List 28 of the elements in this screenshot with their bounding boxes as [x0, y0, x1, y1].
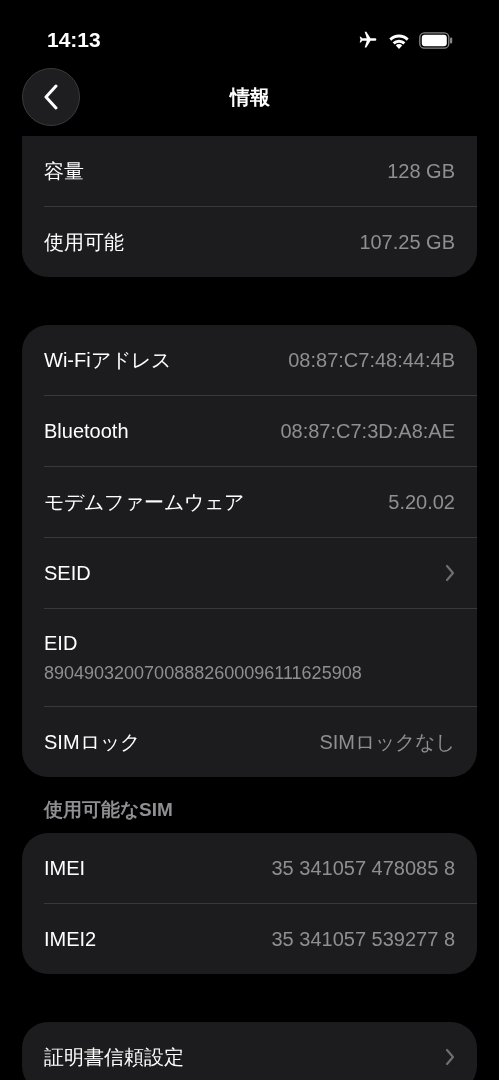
row-label: IMEI	[44, 856, 86, 880]
back-icon	[43, 84, 59, 110]
row-label: Wi-Fiアドレス	[44, 347, 171, 373]
airplane-icon	[357, 30, 379, 50]
row-value: 08:87:C7:48:44:4B	[288, 348, 455, 372]
battery-icon	[419, 31, 453, 49]
row-value: 89049032007008882600096111625908	[44, 662, 362, 684]
row-value: 107.25 GB	[359, 230, 455, 254]
row-value: 35 341057 478085 8	[271, 856, 455, 880]
row-label: SIMロック	[44, 729, 140, 755]
row-value: 08:87:C7:3D:A8:AE	[280, 419, 455, 443]
settings-row[interactable]: 証明書信頼設定	[44, 1022, 477, 1080]
chevron-icon	[445, 1048, 455, 1066]
page-title: 情報	[229, 84, 270, 110]
row-label: EID	[44, 631, 78, 655]
status-time: 14:13	[47, 28, 101, 52]
row-label: IMEI2	[44, 927, 97, 951]
row-label: Bluetooth	[44, 419, 129, 443]
row-label: モデムファームウェア	[44, 489, 244, 515]
chevron-icon	[445, 564, 455, 582]
row-value: SIMロックなし	[319, 729, 455, 755]
settings-row[interactable]: SEID	[44, 538, 477, 608]
row-label: 容量	[44, 158, 84, 184]
row-value: 5.20.02	[388, 490, 455, 514]
row-label: 使用可能	[44, 229, 124, 255]
section-header: 使用可能なSIM	[44, 798, 174, 822]
row-value: 35 341057 539277 8	[271, 927, 455, 951]
row-value: 128 GB	[387, 159, 455, 183]
